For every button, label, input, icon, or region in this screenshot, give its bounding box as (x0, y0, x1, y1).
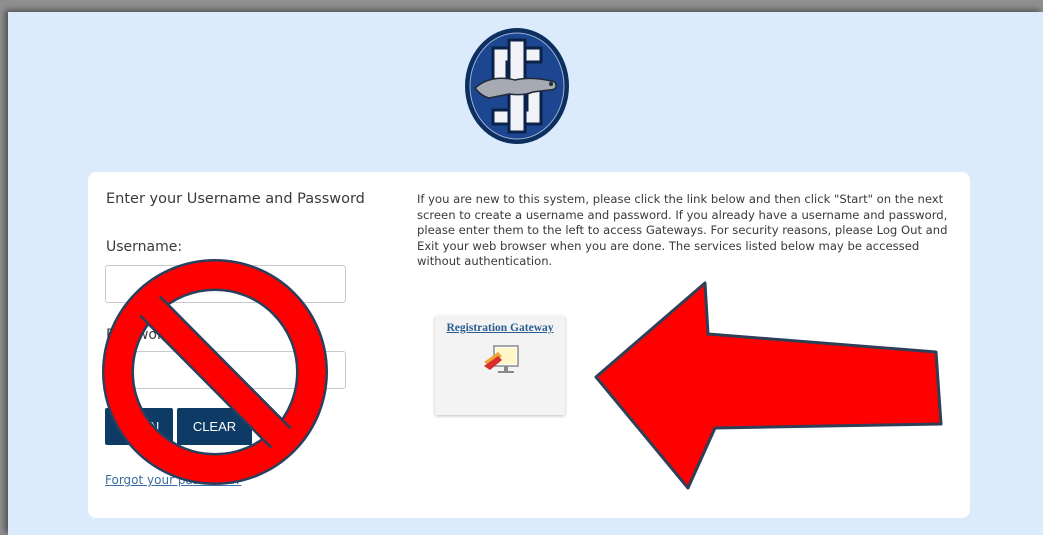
registration-gateway-tile[interactable]: Registration Gateway (435, 316, 565, 415)
username-input[interactable] (105, 265, 346, 303)
registration-icon (484, 345, 519, 373)
login-panel: Enter your Username and Password Usernam… (88, 172, 970, 518)
clear-button[interactable]: CLEAR (177, 408, 252, 445)
password-input[interactable] (105, 351, 346, 389)
forgot-password-link[interactable]: Forgot your password? (105, 473, 241, 487)
info-text: If you are new to this system, please cl… (417, 192, 948, 268)
school-logo (465, 28, 569, 144)
password-label: Password: (106, 327, 177, 343)
login-button[interactable]: LOGIN (105, 408, 173, 445)
login-title: Enter your Username and Password (106, 191, 365, 207)
username-label: Username: (106, 239, 183, 255)
registration-gateway-link[interactable]: Registration Gateway (435, 322, 565, 334)
